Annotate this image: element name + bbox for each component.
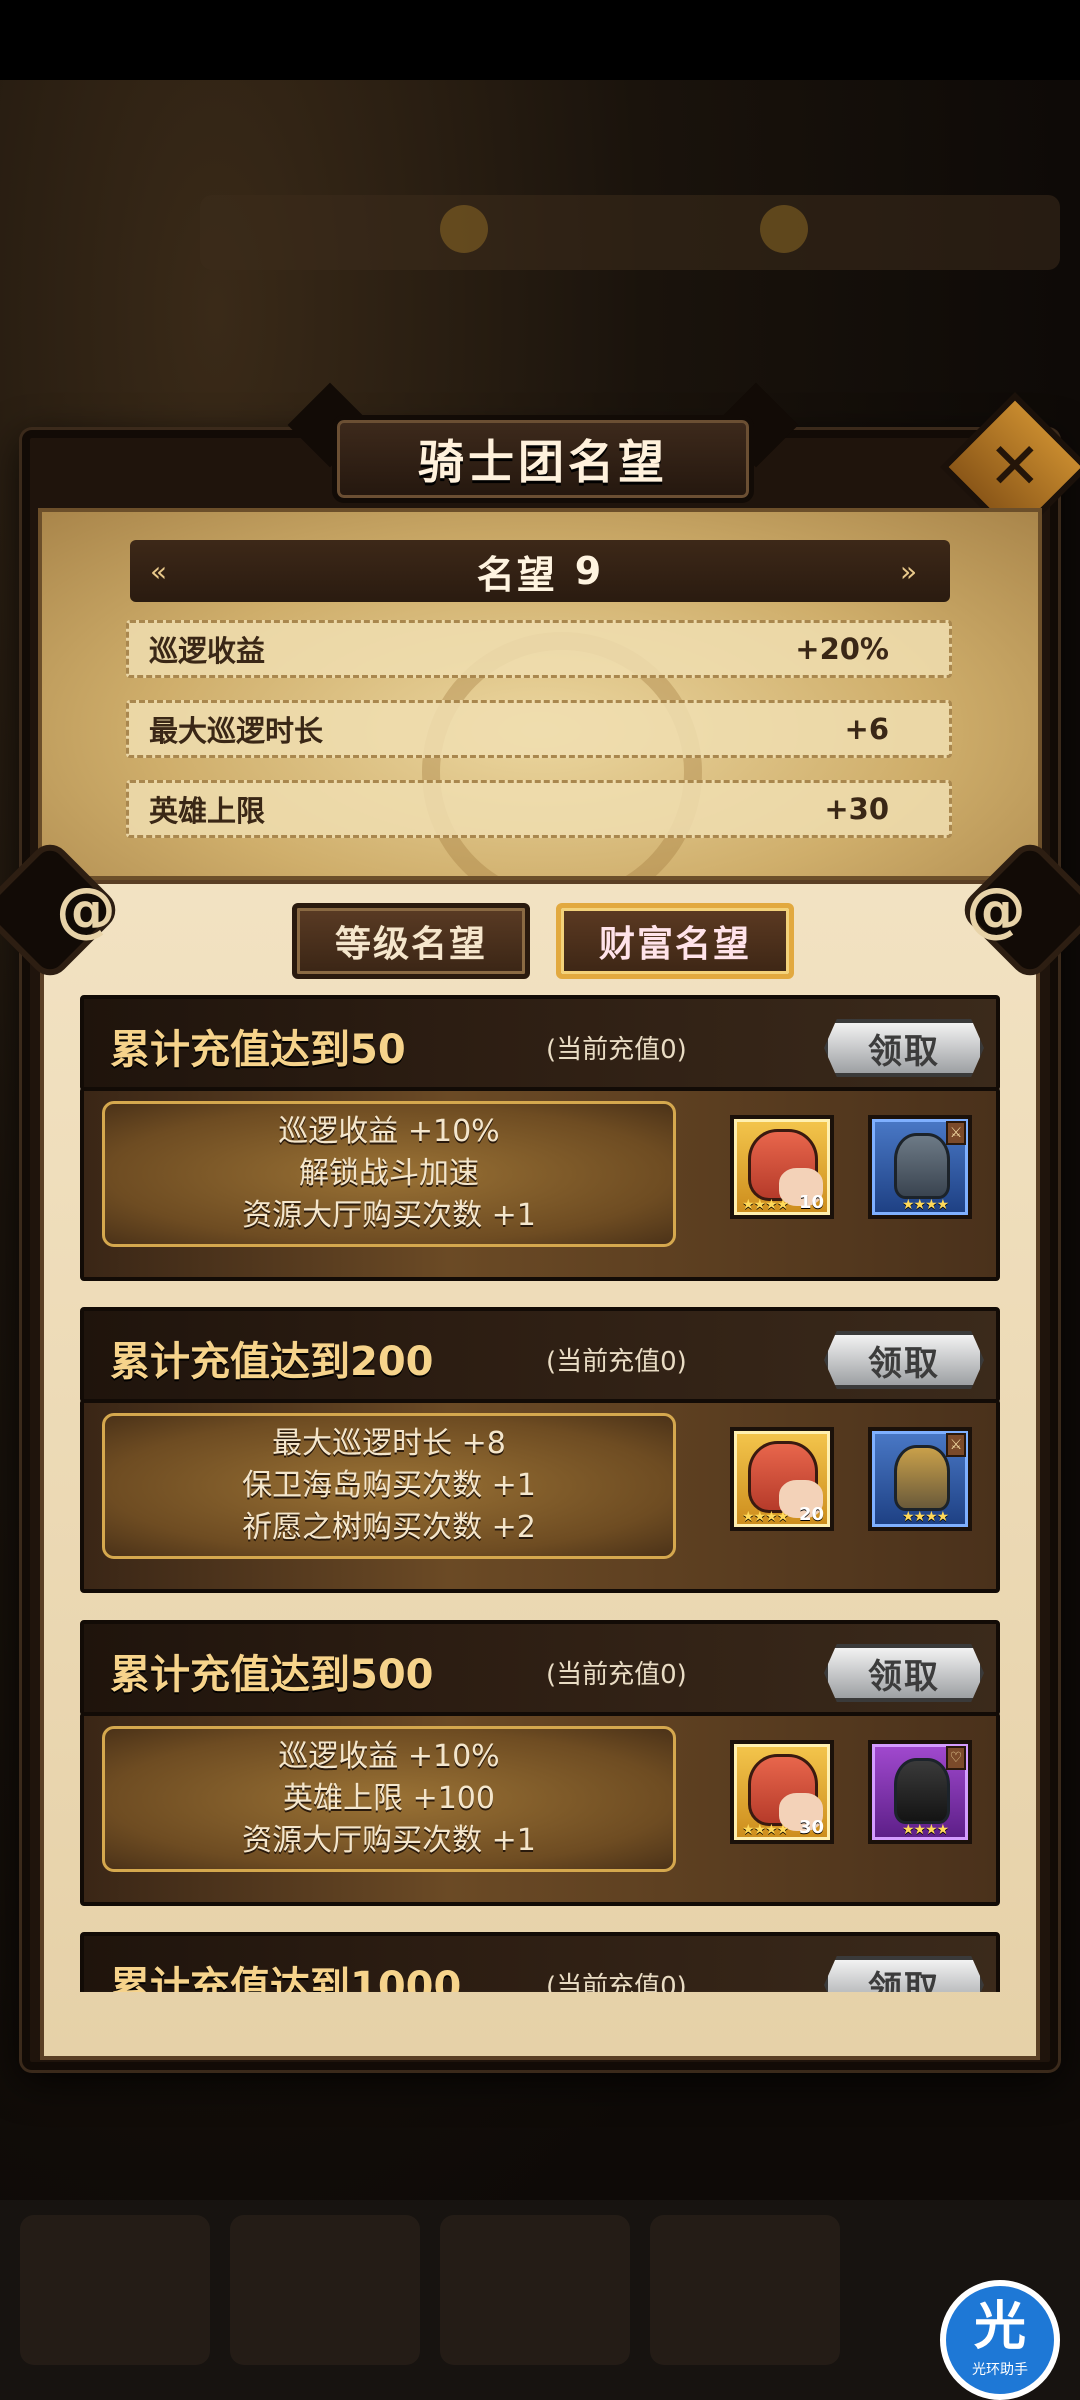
- reputation-level-bar: 名望 9: [130, 540, 950, 602]
- halo-logo-icon: 光: [973, 2297, 1026, 2357]
- tier-card-500: 累计充值达到500 (当前充值0) 领取 巡逻收益 +10% 英雄上限 +100…: [80, 1620, 1000, 1910]
- star-rating: ★★★★: [902, 1509, 949, 1525]
- tier-title: 累计充值达到1000: [110, 1964, 462, 1992]
- background-nav-slot: [650, 2215, 840, 2365]
- armor-icon: [894, 1133, 950, 1199]
- tier-current-recharge: (当前充值0): [546, 1035, 687, 1065]
- reward-line: 解锁战斗加速: [299, 1156, 479, 1191]
- tab-level-reputation[interactable]: 等级名望: [292, 903, 530, 979]
- stat-label: 巡逻收益: [149, 634, 266, 668]
- background-coin-icon: [440, 205, 488, 253]
- stat-row-hero-limit: 英雄上限 +30: [126, 780, 952, 838]
- close-x-icon: ✕: [988, 430, 1042, 504]
- reward-line: 巡逻收益 +10%: [278, 1739, 500, 1774]
- weapon-tag-icon: ⚔: [946, 1121, 966, 1145]
- tier-title: 累计充值达到500: [110, 1652, 434, 1698]
- tier-header: 累计充值达到200 (当前充值0) 领取: [80, 1307, 1000, 1403]
- hero-fragment-reward-icon[interactable]: ★★★★ 10: [730, 1115, 834, 1219]
- tier-current-recharge: (当前充值0): [546, 1347, 687, 1377]
- hero-fragment-reward-icon[interactable]: ★★★★ 20: [730, 1427, 834, 1531]
- star-rating: ★★★★: [742, 1197, 789, 1213]
- spiral-ornament-icon: @: [56, 875, 116, 945]
- claim-button[interactable]: 领取: [824, 1019, 984, 1077]
- reputation-level-value: 9: [574, 549, 604, 593]
- modal-title: 骑士团名望: [332, 415, 754, 503]
- background-nav-slot: [440, 2215, 630, 2365]
- stat-value: +30: [824, 792, 889, 826]
- star-rating: ★★★★: [742, 1509, 789, 1525]
- reward-line: 保卫海岛购买次数 +1: [242, 1468, 536, 1503]
- background-nav-slot: [20, 2215, 210, 2365]
- hero-portrait-icon: [748, 1441, 823, 1518]
- dark-armor-icon: [894, 1758, 950, 1824]
- halo-badge-text: 光环助手: [972, 2362, 1028, 2378]
- status-bar: [0, 0, 1080, 80]
- halo-assistant-badge[interactable]: 光 光环助手: [940, 2280, 1060, 2400]
- stat-value: +6: [844, 712, 889, 746]
- tier-header: 累计充值达到500 (当前充值0) 领取: [80, 1620, 1000, 1716]
- claim-button[interactable]: 领取: [824, 1331, 984, 1389]
- stat-row-max-patrol-time: 最大巡逻时长 +6: [126, 700, 952, 758]
- equipment-reward-icon[interactable]: ♡ ★★★★: [868, 1740, 972, 1844]
- equipment-reward-icon[interactable]: ⚔ ★★★★: [868, 1427, 972, 1531]
- stat-label: 最大巡逻时长: [149, 714, 324, 748]
- tier-rewards: 最大巡逻时长 +8 保卫海岛购买次数 +1 祈愿之树购买次数 +2 ★★★★ 2…: [80, 1399, 1000, 1593]
- stat-row-patrol-income: 巡逻收益 +20%: [126, 620, 952, 678]
- claim-button[interactable]: 领取: [824, 1956, 984, 1992]
- tier-header: 累计充值达到1000 (当前充值0) 领取: [80, 1932, 1000, 1992]
- weapon-tag-icon: ⚔: [946, 1433, 966, 1457]
- stat-label: 英雄上限: [149, 794, 266, 828]
- reward-text-panel: 最大巡逻时长 +8 保卫海岛购买次数 +1 祈愿之树购买次数 +2: [102, 1413, 676, 1559]
- tier-card-1000: 累计充值达到1000 (当前充值0) 领取: [80, 1932, 1000, 1992]
- list-fade: [44, 1990, 1036, 2056]
- star-rating: ★★★★: [902, 1197, 949, 1213]
- tier-title: 累计充值达到50: [110, 1027, 406, 1073]
- background-resource-bar: [200, 195, 1060, 270]
- tier-current-recharge: (当前充值0): [546, 1660, 687, 1690]
- reward-count: 20: [798, 1504, 824, 1525]
- tier-current-recharge: (当前充值0): [546, 1972, 687, 1992]
- tab-wealth-reputation[interactable]: 财富名望: [556, 903, 794, 979]
- star-rating: ★★★★: [902, 1822, 949, 1838]
- hero-fragment-reward-icon[interactable]: ★★★★ 30: [730, 1740, 834, 1844]
- reward-count: 10: [798, 1192, 824, 1213]
- background-gem-icon: [760, 205, 808, 253]
- helmet-icon: [894, 1445, 950, 1511]
- right-arrow-decoration: »: [900, 555, 918, 588]
- star-rating: ★★★★: [742, 1822, 789, 1838]
- tier-rewards: 巡逻收益 +10% 英雄上限 +100 资源大厅购买次数 +1 ★★★★ 30 …: [80, 1712, 1000, 1906]
- reward-text-panel: 巡逻收益 +10% 解锁战斗加速 资源大厅购买次数 +1: [102, 1101, 676, 1247]
- reputation-level-label: 名望: [476, 552, 557, 597]
- reward-line: 资源大厅购买次数 +1: [242, 1823, 536, 1858]
- reward-line: 英雄上限 +100: [283, 1781, 495, 1816]
- background-nav-slot: [230, 2215, 420, 2365]
- spiral-ornament-icon: @: [966, 875, 1026, 945]
- equipment-reward-icon[interactable]: ⚔ ★★★★: [868, 1115, 972, 1219]
- reward-line: 祈愿之树购买次数 +2: [242, 1510, 536, 1545]
- reward-line: 资源大厅购买次数 +1: [242, 1198, 536, 1233]
- reward-count: 30: [798, 1817, 824, 1838]
- reward-text-panel: 巡逻收益 +10% 英雄上限 +100 资源大厅购买次数 +1: [102, 1726, 676, 1872]
- stat-value: +20%: [795, 632, 889, 666]
- left-arrow-decoration: «: [150, 555, 168, 588]
- tier-rewards: 巡逻收益 +10% 解锁战斗加速 资源大厅购买次数 +1 ★★★★ 10 ⚔ ★…: [80, 1087, 1000, 1281]
- reward-line: 最大巡逻时长 +8: [272, 1426, 506, 1461]
- hero-portrait-icon: [748, 1754, 823, 1831]
- tier-title: 累计充值达到200: [110, 1339, 434, 1385]
- hero-portrait-icon: [748, 1129, 823, 1206]
- tier-card-50: 累计充值达到50 (当前充值0) 领取 巡逻收益 +10% 解锁战斗加速 资源大…: [80, 995, 1000, 1285]
- heart-tag-icon: ♡: [946, 1746, 966, 1770]
- claim-button[interactable]: 领取: [824, 1644, 984, 1702]
- reward-line: 巡逻收益 +10%: [278, 1114, 500, 1149]
- tier-card-200: 累计充值达到200 (当前充值0) 领取 最大巡逻时长 +8 保卫海岛购买次数 …: [80, 1307, 1000, 1597]
- tier-header: 累计充值达到50 (当前充值0) 领取: [80, 995, 1000, 1091]
